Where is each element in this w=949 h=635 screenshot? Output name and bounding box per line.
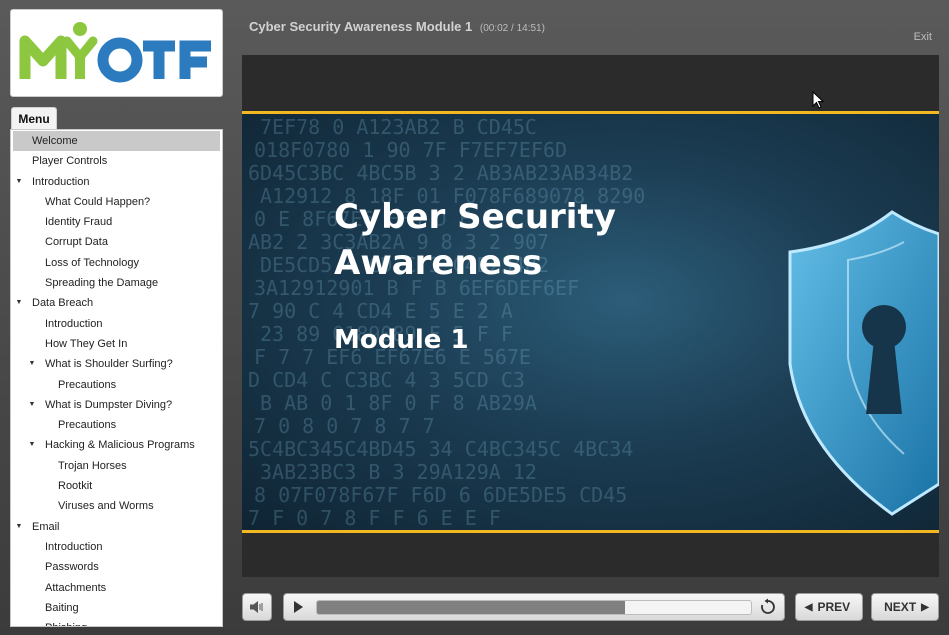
chevron-left-icon: ◀ <box>804 601 813 613</box>
volume-button[interactable] <box>242 593 272 621</box>
hex-text-row: 8 07F078F67F F6D 6 6DE5DE5 CD45 <box>254 483 627 507</box>
myotf-logo <box>19 22 211 83</box>
hex-text-row: 5C4BC345C4BD45 34 C4BC345C 4BC34 <box>248 437 633 461</box>
menu-item[interactable]: ▼ Hacking & Malicious Programs <box>11 435 222 455</box>
menu-item-label: Trojan Horses <box>58 459 127 472</box>
progress-fill <box>317 601 626 614</box>
menu-item[interactable]: How They Get In <box>11 334 222 354</box>
mouse-cursor-icon <box>812 91 824 109</box>
menu-item-label: Viruses and Worms <box>58 500 154 513</box>
seek-bar-container <box>283 593 785 621</box>
hex-text-row: 6D45C3BC 4BC5B 3 2 AB3AB23AB34B2 <box>248 161 633 185</box>
menu-item-label: Data Breach <box>32 297 94 310</box>
hex-text-row: D CD4 C C3BC 4 3 5CD C3 <box>248 368 525 392</box>
exit-link[interactable]: Exit <box>914 31 932 43</box>
hex-text-row: B AB 0 1 8F 0 F 8 AB29A <box>260 391 537 415</box>
elapsed-time: (00:02 / 14:51) <box>479 23 545 34</box>
chevron-right-icon: ▶ <box>921 601 929 613</box>
menu-item-label: Introduction <box>45 540 103 553</box>
menu-item[interactable]: Spreading the Damage <box>11 273 222 293</box>
menu-item-label: Welcome <box>32 135 78 147</box>
menu-item[interactable]: Phishing <box>11 618 222 626</box>
menu-item-label: What Could Happen? <box>45 195 151 208</box>
next-button[interactable]: NEXT ▶ <box>871 593 939 621</box>
menu-item-label: Identity Fraud <box>45 216 113 229</box>
menu-item[interactable]: ▼ Email <box>11 517 222 537</box>
slide-stage: 7EF78 0 A123AB2 B CD45C 018F0780 1 90 7F … <box>242 55 939 577</box>
menu-item[interactable]: Rootkit <box>11 476 222 496</box>
menu-list: Welcome Player Controls ▼ Introduction What … <box>11 130 222 626</box>
menu-item[interactable]: Passwords <box>11 557 222 577</box>
menu-item-label: Player Controls <box>32 155 108 168</box>
shield-lock-icon <box>788 210 939 516</box>
caret-down-icon[interactable]: ▼ <box>14 172 24 192</box>
menu-item-label: Introduction <box>45 317 103 330</box>
menu-item-label: Hacking & Malicious Programs <box>45 439 195 452</box>
menu-item[interactable]: ▼ Introduction <box>11 172 222 192</box>
caret-down-icon[interactable]: ▼ <box>27 395 37 415</box>
menu-item[interactable]: Player Controls <box>11 151 222 171</box>
hex-text-row: 7 0 8 0 7 8 7 7 <box>254 414 435 438</box>
menu-item[interactable]: ▼ Data Breach <box>11 293 222 313</box>
progress-track[interactable] <box>316 600 752 615</box>
menu-tab[interactable]: Menu <box>11 107 57 130</box>
menu-item[interactable]: ▼ What is Shoulder Surfing? <box>11 354 222 374</box>
menu-item[interactable]: Loss of Technology <box>11 253 222 273</box>
caret-down-icon[interactable]: ▼ <box>27 354 37 374</box>
menu-item[interactable]: Trojan Horses <box>11 456 222 476</box>
menu-item[interactable]: Introduction <box>11 314 222 334</box>
menu-item-label: Phishing <box>45 618 87 626</box>
hex-text-row: 018F0780 1 90 7F F7EF7EF6D <box>254 138 567 162</box>
hex-background: 7EF78 0 A123AB2 B CD45C018F0780 1 90 7F … <box>248 115 939 530</box>
menu-item-label: Passwords <box>45 561 99 574</box>
menu-item-label: Precautions <box>58 378 117 391</box>
next-label: NEXT <box>884 600 917 614</box>
menu-item[interactable]: What Could Happen? <box>11 192 222 212</box>
menu-item-label: Precautions <box>58 419 117 432</box>
menu-item-label: What is Shoulder Surfing? <box>45 358 173 371</box>
menu-item[interactable]: Baiting <box>11 598 222 618</box>
menu-item[interactable]: Introduction <box>11 537 222 557</box>
menu-item[interactable]: Precautions <box>11 375 222 395</box>
menu-item-label: Corrupt Data <box>45 236 108 249</box>
caret-down-icon[interactable]: ▼ <box>27 435 37 455</box>
replay-icon[interactable] <box>759 598 777 616</box>
menu-item[interactable]: Corrupt Data <box>11 232 222 252</box>
prev-button[interactable]: ◀ PREV <box>795 593 863 621</box>
menu-item-label: Introduction <box>32 175 90 188</box>
menu-item[interactable]: Attachments <box>11 578 222 598</box>
course-title: Cyber Security Awareness Module 1 (00:02… <box>249 19 545 34</box>
speaker-icon <box>250 601 263 613</box>
slide-title: Cyber Security Awareness <box>334 197 616 283</box>
hex-text-row: 7 90 C 4 CD4 E 5 E 2 A <box>248 299 513 323</box>
menu-item-label: Rootkit <box>58 480 93 493</box>
course-title-text: Cyber Security Awareness Module 1 <box>249 19 473 34</box>
menu-panel: Welcome Player Controls ▼ Introduction What … <box>10 129 223 627</box>
menu-item-label: Spreading the Damage <box>45 277 159 290</box>
hex-text-row: 7EF78 0 A123AB2 B CD45C <box>260 115 537 139</box>
menu-item-label: Baiting <box>45 601 79 614</box>
menu-item[interactable]: Precautions <box>11 415 222 435</box>
slide: 7EF78 0 A123AB2 B CD45C 018F0780 1 90 7F … <box>242 111 939 533</box>
play-icon[interactable] <box>290 599 306 615</box>
menu-item[interactable]: Welcome <box>13 131 220 152</box>
menu-item-label: How They Get In <box>45 337 128 350</box>
prev-label: PREV <box>817 600 851 614</box>
menu-item[interactable]: Viruses and Worms <box>11 496 222 516</box>
menu-item[interactable]: ▼ What is Dumpster Diving? <box>11 395 222 415</box>
menu-item-label: Email <box>32 520 60 533</box>
hex-text-row: 3AB23BC3 B 3 29A129A 12 <box>260 460 537 484</box>
menu-item-label: Loss of Technology <box>45 256 139 269</box>
menu-item-label: Attachments <box>45 581 107 594</box>
menu-item[interactable]: Identity Fraud <box>11 212 222 232</box>
logo <box>10 9 223 97</box>
slide-subtitle: Module 1 <box>334 325 469 355</box>
caret-down-icon[interactable]: ▼ <box>14 293 24 313</box>
hex-text-row: 7 F 0 7 8 F F 6 E E F <box>248 506 501 530</box>
caret-down-icon[interactable]: ▼ <box>14 517 24 537</box>
menu-item-label: What is Dumpster Diving? <box>45 398 173 411</box>
